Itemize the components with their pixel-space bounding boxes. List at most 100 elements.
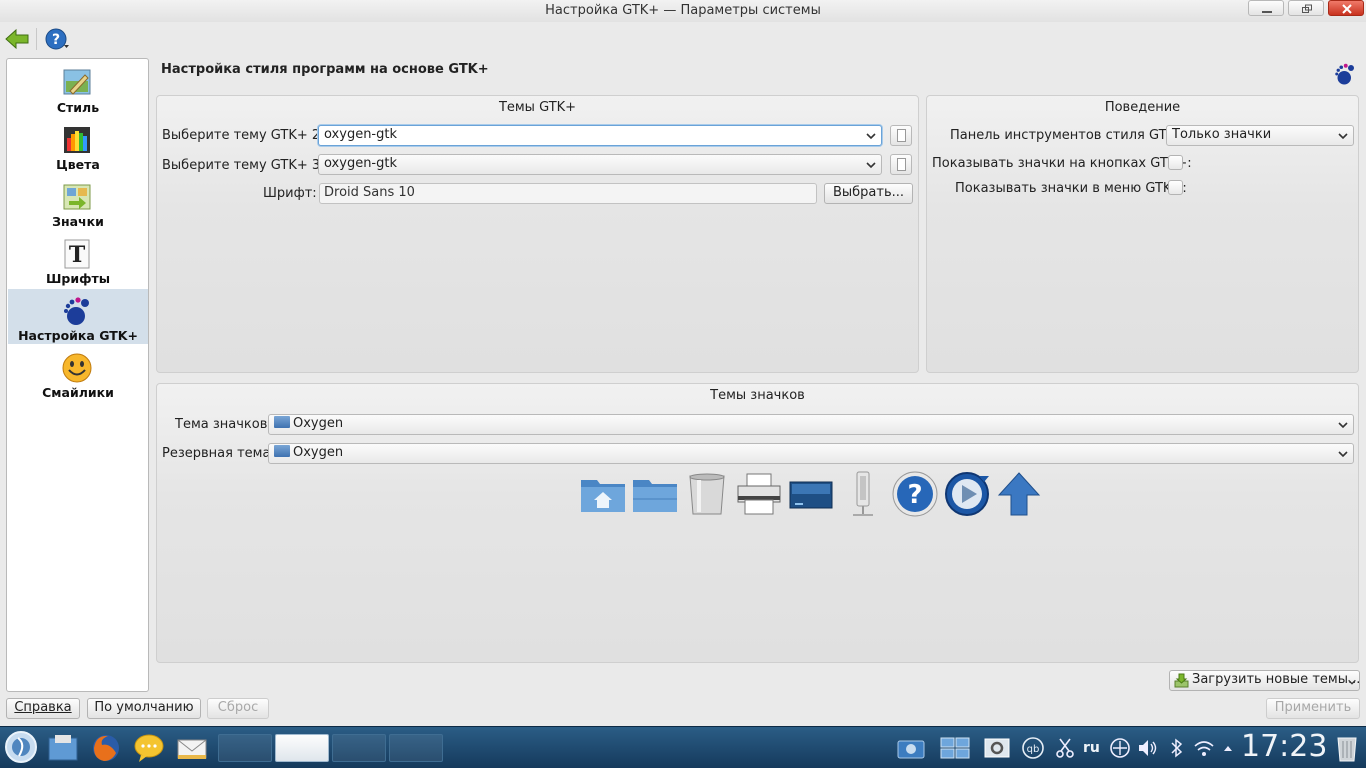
sidebar-item-icons[interactable]: Значки (8, 175, 148, 230)
group-title: Поведение (1104, 100, 1181, 115)
screenshot-camera-icon[interactable] (896, 736, 926, 760)
download-themes-label: Загрузить новые темы... (1192, 672, 1361, 687)
arrow-up-icon (997, 472, 1041, 516)
gtk-gnome-icon (64, 297, 89, 325)
taskbar-window-button[interactable] (332, 734, 386, 762)
gtk-gnome-icon (1335, 63, 1354, 85)
folder-icon (274, 416, 290, 428)
mail-icon[interactable] (176, 733, 208, 763)
gtk2-theme-file-button[interactable] (890, 125, 912, 146)
reset-button[interactable]: Сброс (207, 698, 269, 719)
choose-font-button[interactable]: Выбрать... (824, 183, 913, 204)
sidebar-item-label: Шрифты (45, 271, 111, 286)
document-icon (897, 158, 906, 171)
svg-text:T: T (69, 242, 86, 268)
back-arrow-icon[interactable] (4, 27, 30, 51)
svg-text:qb: qb (1027, 744, 1040, 755)
font-field[interactable]: Droid Sans 10 (319, 183, 817, 204)
gtk2-theme-label: Выберите тему GTK+ 2.x: (162, 128, 337, 143)
chat-icon[interactable] (133, 733, 165, 763)
minimize-icon (1262, 11, 1272, 13)
sidebar-item-colors[interactable]: Цвета (8, 118, 148, 173)
close-button[interactable] (1328, 0, 1364, 16)
network-icon[interactable] (1108, 736, 1132, 760)
apply-button[interactable]: Применить (1266, 698, 1360, 719)
window-titlebar: Настройка GTK+ — Параметры системы (0, 0, 1366, 22)
close-icon (1342, 4, 1352, 14)
gtk3-theme-select[interactable]: oxygen-gtk (318, 154, 882, 175)
chevron-down-icon (1338, 422, 1348, 429)
qbittorrent-icon[interactable]: qb (1020, 736, 1046, 760)
gtk2-theme-select[interactable]: oxygen-gtk (318, 125, 882, 146)
fallback-theme-label: Резервная тема: (162, 446, 275, 461)
trash-icon (689, 473, 725, 515)
icon-theme-value: Oxygen (293, 416, 344, 431)
desktop-pager-icon[interactable] (940, 736, 970, 760)
fallback-theme-value: Oxygen (293, 445, 344, 460)
media-play-icon (945, 472, 989, 516)
clock[interactable]: 17:23 (1241, 729, 1327, 764)
sidebar-item-label: Стиль (56, 100, 100, 115)
gtk3-theme-file-button[interactable] (890, 154, 912, 175)
maximize-button[interactable] (1288, 0, 1324, 16)
group-title: Темы значков (710, 388, 805, 403)
taskbar-window-button[interactable] (389, 734, 443, 762)
page-title: Настройка стиля программ на основе GTK+ (161, 62, 489, 77)
bluetooth-icon[interactable] (1168, 736, 1186, 760)
icon-theme-select[interactable]: Oxygen (268, 414, 1354, 435)
sidebar-item-smileys[interactable]: Смайлики (8, 346, 148, 401)
help-menu-icon[interactable]: ? (44, 27, 70, 51)
category-sidebar: Стиль Цвета Значки T Шрифты Настройка GT… (6, 58, 149, 692)
chevron-down-icon (866, 162, 876, 169)
file-manager-icon[interactable] (47, 733, 79, 763)
wifi-icon[interactable] (1192, 736, 1216, 760)
tray-expand-arrow-icon[interactable] (1222, 736, 1234, 760)
help-button[interactable]: Справка (6, 698, 80, 719)
folder-icon (633, 480, 677, 512)
firefox-icon[interactable] (90, 733, 122, 763)
button-icons-label: Показывать значки на кнопках GTK+: (932, 156, 1192, 171)
gtk2-theme-value: oxygen-gtk (324, 127, 397, 142)
user-home-icon (581, 480, 625, 512)
colors-icon (64, 127, 90, 153)
fonts-icon: T (64, 239, 90, 269)
sidebar-item-label: Значки (52, 214, 104, 229)
toolbar-separator (36, 28, 37, 50)
sidebar-item-gtk[interactable]: Настройка GTK+ (8, 289, 148, 344)
defaults-button[interactable]: По умолчанию (87, 698, 201, 719)
chevron-down-icon (866, 133, 876, 140)
usb-drive-icon (853, 471, 873, 516)
system-settings-icon[interactable] (982, 736, 1012, 760)
menu-icons-label: Показывать значки в меню GTK+: (955, 181, 1187, 196)
window-title: Настройка GTK+ — Параметры системы (545, 3, 821, 18)
help-icon: ? (892, 471, 938, 517)
folder-icon (274, 445, 290, 457)
font-label: Шрифт: (263, 186, 317, 201)
chevron-down-icon (1338, 451, 1348, 458)
trash-icon[interactable] (1334, 733, 1360, 763)
restore-icon (1302, 4, 1312, 13)
volume-icon[interactable] (1136, 736, 1158, 760)
sidebar-item-style[interactable]: Стиль (8, 61, 148, 116)
sidebar-item-label: Настройка GTK+ (18, 328, 138, 343)
taskbar-window-button[interactable] (218, 734, 272, 762)
printer-icon (737, 473, 781, 515)
button-icons-checkbox[interactable] (1168, 155, 1183, 170)
fallback-theme-select[interactable]: Oxygen (268, 443, 1354, 464)
taskbar-window-button-active[interactable] (275, 734, 329, 762)
taskbar: qb ru 17:23 (0, 726, 1366, 768)
download-icon (1174, 673, 1189, 688)
svg-text:?: ? (52, 32, 60, 48)
download-themes-button[interactable]: Загрузить новые темы... (1169, 670, 1360, 691)
gtk3-theme-label: Выберите тему GTK+ 3.x: (162, 158, 337, 173)
app-launcher-icon[interactable] (4, 730, 38, 764)
menu-icons-checkbox[interactable] (1168, 180, 1183, 195)
sidebar-item-fonts[interactable]: T Шрифты (8, 232, 148, 287)
minimize-button[interactable] (1248, 0, 1284, 16)
chevron-down-icon (1338, 133, 1348, 140)
sidebar-item-label: Цвета (56, 157, 100, 172)
toolbar-style-select[interactable]: Только значки (1166, 125, 1354, 146)
scissors-icon[interactable] (1054, 736, 1076, 760)
icon-theme-label: Тема значков: (175, 417, 272, 432)
keyboard-layout-indicator[interactable]: ru (1083, 740, 1100, 756)
